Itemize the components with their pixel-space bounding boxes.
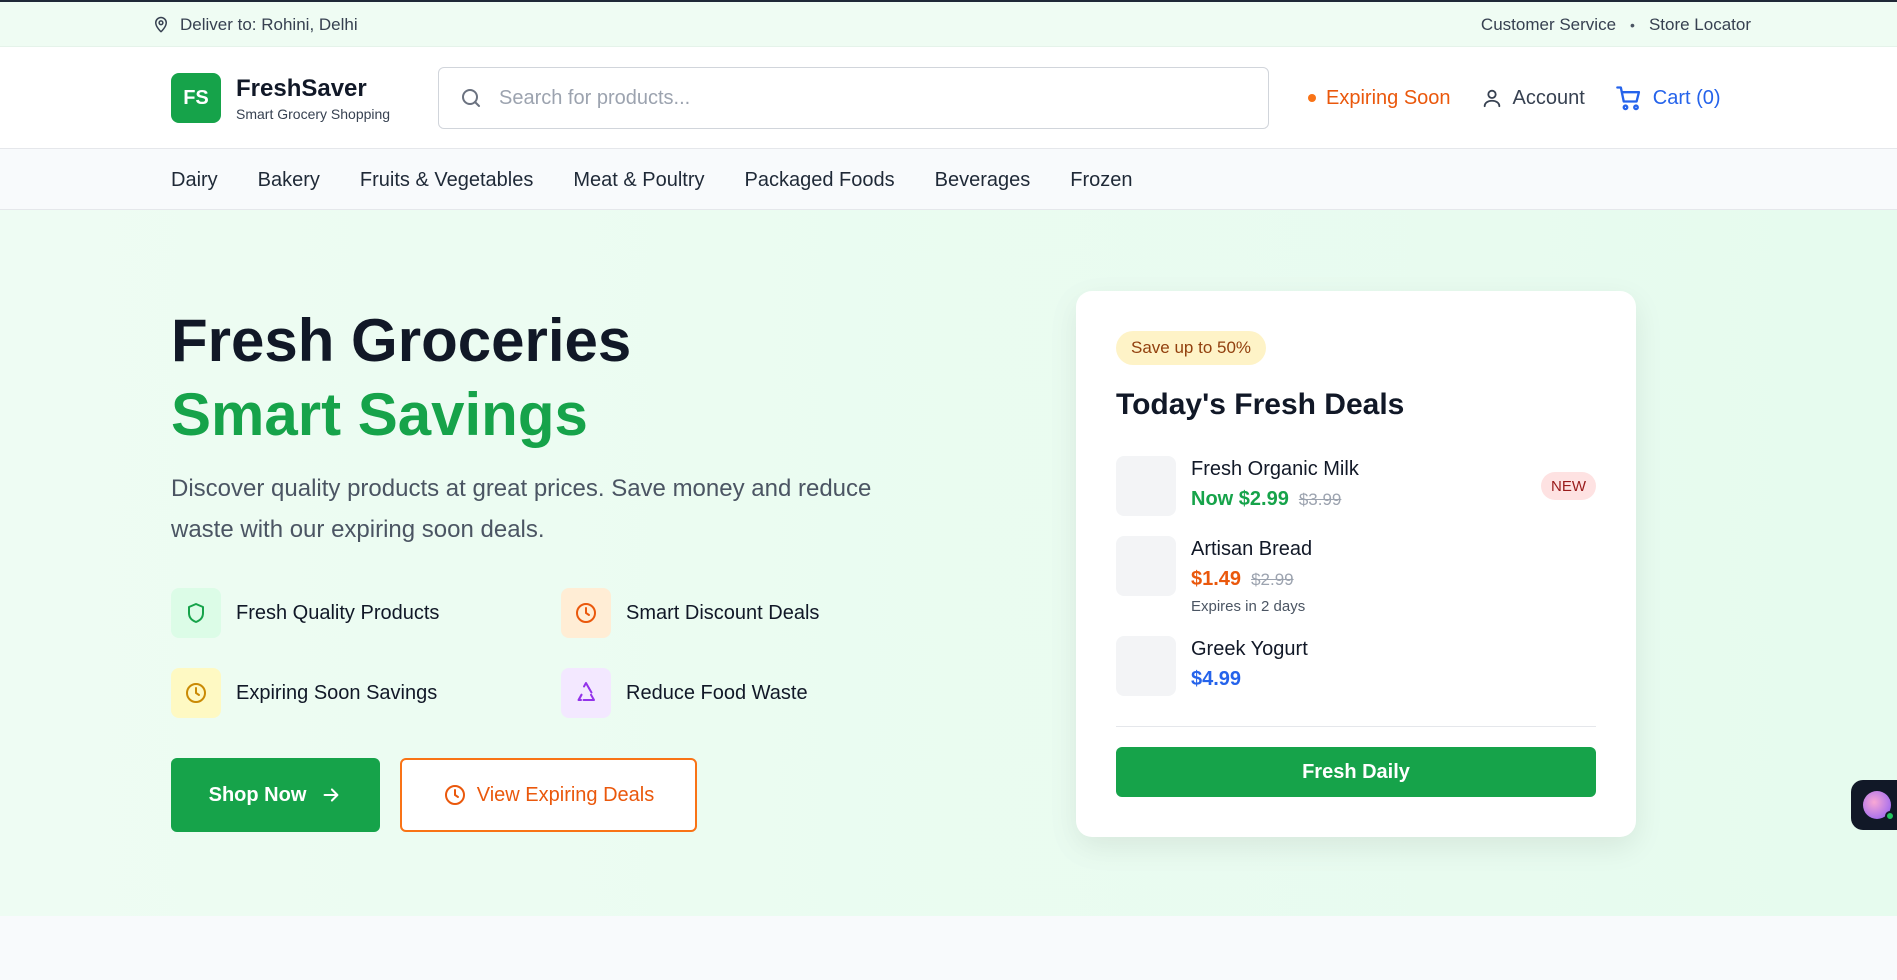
category-beverages[interactable]: Beverages [935, 169, 1031, 192]
search-input[interactable] [499, 86, 1199, 110]
brand-tagline: Smart Grocery Shopping [236, 106, 391, 122]
clock-icon [171, 668, 221, 718]
deals-card-title: Today's Fresh Deals [1116, 388, 1405, 421]
main-header: FS FreshSaver Smart Grocery Shopping Exp… [0, 47, 1897, 149]
feature-label: Reduce Food Waste [626, 681, 808, 704]
account-link[interactable]: Account [1481, 86, 1585, 110]
category-dairy[interactable]: Dairy [171, 169, 218, 192]
shop-now-label: Shop Now [208, 783, 307, 806]
new-badge: NEW [1541, 472, 1596, 500]
category-frozen[interactable]: Frozen [1070, 169, 1132, 192]
category-bakery[interactable]: Bakery [258, 169, 320, 192]
product-old-price: $3.99 [1298, 490, 1342, 509]
expiring-soon-link[interactable]: Expiring Soon [1308, 87, 1451, 110]
product-thumbnail [1116, 536, 1176, 596]
chat-widget-button[interactable] [1851, 780, 1897, 830]
cart-link[interactable]: Cart (0) [1615, 84, 1721, 112]
clock-icon [561, 588, 611, 638]
delivery-location-text: Deliver to: Rohini, Delhi [180, 14, 358, 34]
shop-now-button[interactable]: Shop Now [171, 758, 380, 832]
feature-fresh-quality: Fresh Quality Products [171, 588, 439, 638]
deal-item[interactable]: Artisan Bread $1.49 $2.99 Expires in 2 d… [1116, 536, 1596, 616]
shield-icon [171, 588, 221, 638]
arrow-right-icon [320, 784, 342, 806]
view-expiring-deals-button[interactable]: View Expiring Deals [400, 758, 697, 832]
customer-service-link[interactable]: Customer Service [1481, 15, 1616, 35]
product-price: Now $2.99 [1191, 488, 1289, 510]
hero-description: Discover quality products at great price… [171, 475, 872, 543]
feature-label: Fresh Quality Products [236, 601, 440, 624]
deal-item[interactable]: Greek Yogurt $4.99 [1116, 636, 1596, 696]
fresh-daily-button[interactable]: Fresh Daily [1116, 747, 1596, 797]
product-price: $4.99 [1191, 668, 1242, 690]
product-name: Fresh Organic Milk [1191, 458, 1359, 480]
deal-item[interactable]: Fresh Organic Milk Now $2.99 $3.99 NEW [1116, 456, 1596, 516]
feature-reduce-waste: Reduce Food Waste [561, 668, 808, 718]
product-name: Artisan Bread [1191, 538, 1313, 560]
delivery-location[interactable]: Deliver to: Rohini, Delhi [152, 15, 358, 35]
product-name: Greek Yogurt [1191, 638, 1308, 660]
hero-section: Fresh Groceries Smart Savings Discover q… [0, 210, 1897, 916]
cart-label: Cart (0) [1652, 86, 1721, 109]
expiry-note: Expires in 2 days [1191, 598, 1306, 615]
product-thumbnail [1116, 456, 1176, 516]
online-status-icon [1885, 811, 1895, 821]
search-icon [459, 86, 483, 110]
logo[interactable]: FS [171, 73, 221, 123]
todays-deals-card: Save up to 50% Today's Fresh Deals Fresh… [1076, 291, 1636, 837]
category-packaged-foods[interactable]: Packaged Foods [745, 169, 895, 192]
view-expiring-deals-label: View Expiring Deals [476, 783, 655, 806]
feature-label: Smart Discount Deals [626, 601, 820, 624]
recycle-icon [561, 668, 611, 718]
divider [1116, 726, 1596, 727]
user-icon [1481, 86, 1503, 110]
top-bar: Deliver to: Rohini, Delhi Customer Servi… [0, 0, 1897, 47]
cart-icon [1615, 84, 1643, 112]
hero-subtitle: Smart Savings [171, 381, 588, 448]
product-price: $1.49 [1191, 568, 1242, 590]
expiring-soon-label: Expiring Soon [1326, 86, 1451, 109]
expiring-dot-icon [1308, 94, 1316, 102]
clock-icon [443, 783, 467, 807]
feature-smart-discount: Smart Discount Deals [561, 588, 819, 638]
feature-label: Expiring Soon Savings [236, 681, 438, 704]
brand-name: FreshSaver [236, 75, 367, 102]
category-fruits-vegetables[interactable]: Fruits & Vegetables [360, 169, 533, 192]
location-pin-icon [152, 16, 170, 34]
save-badge: Save up to 50% [1116, 331, 1267, 365]
store-locator-link[interactable]: Store Locator [1649, 15, 1751, 35]
feature-expiring-soon: Expiring Soon Savings [171, 668, 437, 718]
category-meat-poultry[interactable]: Meat & Poultry [573, 169, 704, 192]
product-old-price: $2.99 [1251, 570, 1294, 589]
link-separator: • [1630, 16, 1635, 33]
brand[interactable]: FreshSaver Smart Grocery Shopping [236, 75, 391, 123]
category-nav: Dairy Bakery Fruits & Vegetables Meat & … [0, 150, 1897, 210]
hero-title: Fresh Groceries [171, 307, 632, 374]
product-thumbnail [1116, 636, 1176, 696]
account-label: Account [1512, 86, 1585, 109]
search-bar[interactable] [438, 67, 1269, 129]
